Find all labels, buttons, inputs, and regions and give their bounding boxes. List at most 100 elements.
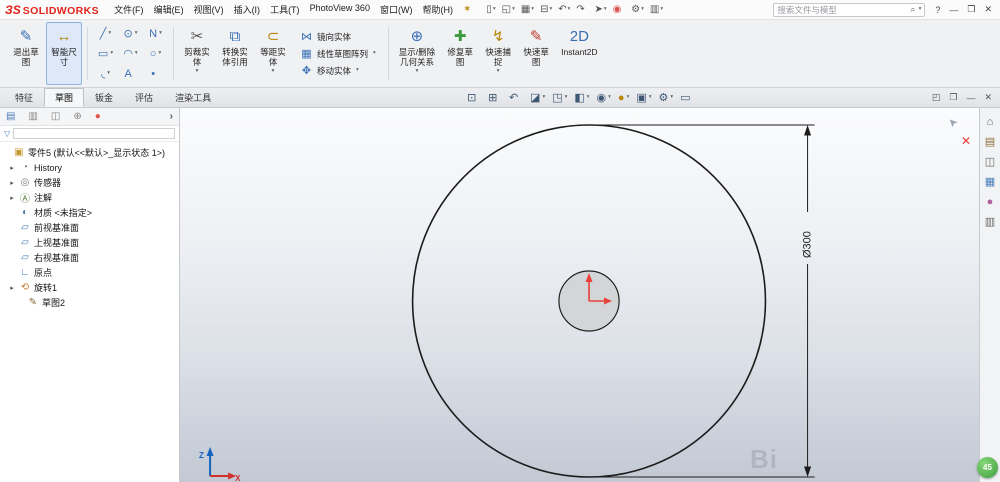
- previous-view-icon[interactable]: ↶ ▾: [509, 91, 523, 104]
- menu-item[interactable]: 帮助(H): [417, 1, 458, 18]
- open-document-icon[interactable]: ◱ ▾: [500, 4, 517, 15]
- displaymanager-tab-icon[interactable]: ●: [95, 111, 101, 122]
- menu-item[interactable]: 窗口(W): [375, 1, 418, 18]
- featuremanager-tab-icon[interactable]: ▤: [6, 111, 15, 122]
- mirror-entities-button[interactable]: ⋈ 镜向实体 ▾: [297, 29, 379, 44]
- tree-item[interactable]: ▸ ◎ 传感器: [0, 175, 179, 190]
- commandmanager-tab[interactable]: 评估: [124, 88, 164, 107]
- rapid-sketch-button[interactable]: ✎ 快速草 图 ▾: [518, 22, 554, 85]
- expand-arrow-icon[interactable]: ▸: [8, 194, 16, 202]
- pin-icon[interactable]: ✶: [463, 4, 471, 15]
- edit-appearance-icon[interactable]: ● ▾: [618, 92, 629, 104]
- line-tool-icon[interactable]: ╱ ▾: [93, 24, 118, 44]
- dropdown-arrow-icon[interactable]: ▾: [196, 68, 199, 75]
- quick-snaps-button[interactable]: ↯ 快速捕 捉 ▾: [480, 22, 516, 85]
- record-indicator-icon[interactable]: ◉ ▾: [611, 4, 628, 15]
- minimize-icon[interactable]: —: [949, 5, 958, 15]
- menu-item[interactable]: 编辑(E): [149, 1, 189, 18]
- zoom-area-icon[interactable]: ⊞ ▾: [488, 91, 502, 104]
- instant2d-button[interactable]: 2D Instant2D ▾: [556, 22, 602, 85]
- options-gear-icon[interactable]: ⚙ ▾: [629, 4, 646, 15]
- search-input[interactable]: [777, 4, 909, 15]
- appearances-icon[interactable]: ●: [987, 197, 994, 208]
- undo-icon[interactable]: ↶ ▾: [556, 4, 572, 15]
- select-icon[interactable]: ➤ ▾: [593, 4, 609, 15]
- view-orientation-icon[interactable]: ◳ ▾: [552, 91, 567, 104]
- spline-tool-icon[interactable]: N ▾: [143, 24, 168, 44]
- monitor-icon[interactable]: ▭ ▾: [680, 91, 695, 104]
- display-delete-relations-button[interactable]: ⊕ 显示/删除 几何关系 ▾: [394, 22, 440, 85]
- view-palette-icon[interactable]: ▦: [985, 177, 995, 188]
- ellipse-tool-icon[interactable]: ○ ▾: [143, 44, 168, 64]
- repair-sketch-button[interactable]: ✚ 修复草 图 ▾: [442, 22, 478, 85]
- move-entities-button[interactable]: ✥ 移动实体 ▾: [297, 63, 379, 78]
- expand-arrow-icon[interactable]: ▸: [8, 179, 16, 187]
- tree-item[interactable]: ▸ ⟲ 旋转1: [0, 280, 179, 295]
- close-icon[interactable]: ✕: [984, 4, 992, 15]
- commandmanager-tab[interactable]: 渲染工具: [164, 88, 222, 107]
- dropdown-arrow-icon[interactable]: ▾: [356, 67, 359, 74]
- dimxpert-tab-icon[interactable]: ⊕: [73, 111, 81, 122]
- dimension-text[interactable]: Ø300: [802, 231, 814, 258]
- menu-item[interactable]: 插入(I): [229, 1, 266, 18]
- floating-badge[interactable]: 45: [977, 457, 998, 478]
- exit-sketch-button[interactable]: ✎ 退出草 图 ▾: [8, 22, 44, 85]
- rectangle-tool-icon[interactable]: ▭ ▾: [93, 44, 118, 64]
- commandmanager-tab[interactable]: 草图: [44, 88, 85, 107]
- help-icon[interactable]: ?: [935, 5, 940, 15]
- arc-tool-icon[interactable]: ◠ ▾: [118, 44, 143, 64]
- dropdown-arrow-icon[interactable]: ▾: [497, 68, 500, 75]
- configurationmanager-tab-icon[interactable]: ◫: [51, 111, 60, 122]
- resources-home-icon[interactable]: ⌂: [987, 117, 994, 128]
- dropdown-arrow-icon[interactable]: ▾: [373, 50, 376, 57]
- tree-item[interactable]: ▸ ◔ History: [0, 160, 179, 175]
- custom-properties-icon[interactable]: ▥: [985, 217, 995, 228]
- redo-icon[interactable]: ↷ ▾: [574, 4, 590, 15]
- new-document-icon[interactable]: ▯ ▾: [484, 4, 497, 15]
- pane-minimize-icon[interactable]: —: [966, 93, 975, 103]
- dropdown-arrow-icon[interactable]: ▾: [416, 68, 419, 75]
- tree-item[interactable]: ▸ ▣ 零件5 (默认<<默认>_显示状态 1>): [0, 145, 179, 160]
- tree-item[interactable]: ▸ ▱ 前视基准面: [0, 220, 179, 235]
- menu-item[interactable]: PhotoView 360: [305, 1, 375, 18]
- featuremanager-filter-input[interactable]: [13, 128, 175, 139]
- view-settings-icon[interactable]: ⚙ ▾: [659, 91, 674, 104]
- commandmanager-tab[interactable]: 钣金: [84, 88, 124, 107]
- diameter-dimension[interactable]: Ø300: [589, 124, 815, 478]
- trim-entities-button[interactable]: ✂ 剪裁实 体 ▾: [179, 22, 215, 85]
- apply-scene-icon[interactable]: ▣ ▾: [636, 91, 651, 104]
- zoom-fit-icon[interactable]: ⊡ ▾: [467, 91, 481, 104]
- expand-arrow-icon[interactable]: ▸: [8, 164, 16, 172]
- graphics-area[interactable]: Ø300 Z X ➤ ✕ Bi: [180, 108, 979, 482]
- linear-sketch-pattern-button[interactable]: ▦ 线性草图阵列 ▾: [297, 46, 379, 61]
- section-view-icon[interactable]: ◪ ▾: [530, 91, 545, 104]
- maximize-icon[interactable]: ❐: [967, 4, 975, 15]
- point-tool-icon[interactable]: • ▾: [143, 64, 168, 84]
- tree-item[interactable]: ▸ ▱ 右视基准面: [0, 250, 179, 265]
- display-settings-icon[interactable]: ▥ ▾: [648, 4, 665, 15]
- commandmanager-tab[interactable]: 特征: [4, 88, 44, 107]
- expand-arrow-icon[interactable]: ▸: [8, 284, 16, 292]
- tree-item[interactable]: ▸ ▱ 上视基准面: [0, 235, 179, 250]
- pane-close-icon[interactable]: ✕: [984, 92, 992, 103]
- design-library-icon[interactable]: ▤: [985, 137, 995, 148]
- dropdown-arrow-icon[interactable]: ▾: [272, 68, 275, 75]
- search-dropdown-icon[interactable]: ▾: [919, 6, 922, 13]
- display-style-icon[interactable]: ◧ ▾: [574, 91, 589, 104]
- tree-item[interactable]: ▸ Ⓐ 注解: [0, 190, 179, 205]
- fillet-tool-icon[interactable]: ◟ ▾: [93, 64, 118, 84]
- save-icon[interactable]: ▦ ▾: [519, 4, 536, 15]
- confirmation-corner-cancel-icon[interactable]: ✕: [961, 134, 971, 148]
- convert-entities-button[interactable]: ⧉ 转换实 体引用 ▾: [217, 22, 253, 85]
- menu-item[interactable]: 文件(F): [109, 1, 149, 18]
- text-tool-icon[interactable]: A ▾: [118, 64, 143, 84]
- file-explorer-icon[interactable]: ◫: [985, 157, 995, 168]
- menu-item[interactable]: 工具(T): [265, 1, 305, 18]
- offset-entities-button[interactable]: ⊂ 等距实 体 ▾: [255, 22, 291, 85]
- circle-tool-icon[interactable]: ⊙ ▾: [118, 24, 143, 44]
- tree-item[interactable]: ▸ ◐ 材质 <未指定>: [0, 205, 179, 220]
- hide-show-items-icon[interactable]: ◉ ▾: [597, 91, 611, 104]
- smart-dimension-button[interactable]: ↔ 智能尺 寸 ▾: [46, 22, 82, 85]
- pane-split-icon[interactable]: ◰: [932, 92, 941, 103]
- search-icon[interactable]: ⌕: [911, 4, 916, 15]
